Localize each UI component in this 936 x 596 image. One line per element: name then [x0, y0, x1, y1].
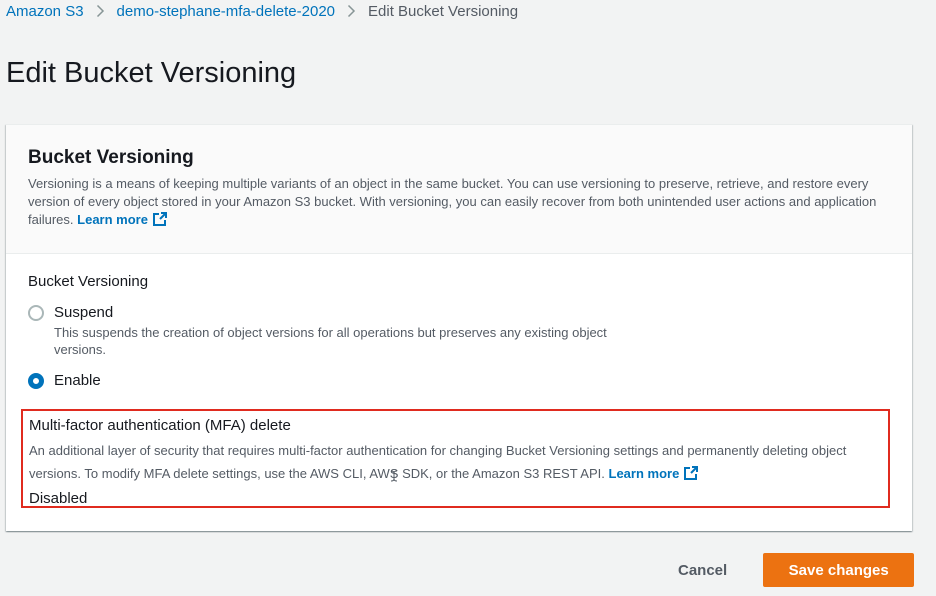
- mfa-description: An additional layer of security that req…: [29, 439, 882, 488]
- radio-suspend-label[interactable]: Suspend: [54, 302, 654, 324]
- mfa-description-text: An additional layer of security that req…: [29, 443, 847, 481]
- radio-suspend[interactable]: [28, 305, 44, 321]
- breadcrumb: Amazon S3 demo-stephane-mfa-delete-2020 …: [6, 0, 518, 22]
- panel-title: Bucket Versioning: [28, 147, 194, 168]
- text-cursor-icon: [390, 470, 398, 484]
- radio-enable-text: Enable: [54, 370, 101, 392]
- cancel-button[interactable]: Cancel: [660, 553, 745, 587]
- external-link-icon: [152, 211, 168, 232]
- save-changes-button[interactable]: Save changes: [763, 553, 915, 587]
- mfa-delete-section: Multi-factor authentication (MFA) delete…: [21, 409, 890, 508]
- mfa-learn-more-label: Learn more: [608, 466, 680, 481]
- breadcrumb-link-bucket[interactable]: demo-stephane-mfa-delete-2020: [117, 3, 335, 20]
- mfa-learn-more-link[interactable]: Learn more: [609, 466, 700, 481]
- radio-enable-label[interactable]: Enable: [54, 370, 101, 392]
- radio-suspend-description: This suspends the creation of object ver…: [54, 325, 607, 357]
- form-actions: Cancel Save changes: [660, 553, 915, 587]
- learn-more-link[interactable]: Learn more: [77, 212, 168, 227]
- bucket-versioning-panel: Bucket Versioning Versioning is a means …: [6, 124, 912, 531]
- mfa-title: Multi-factor authentication (MFA) delete: [29, 417, 291, 434]
- radio-option-enable[interactable]: Enable: [28, 370, 890, 392]
- breadcrumb-link-amazon-s3[interactable]: Amazon S3: [6, 3, 84, 20]
- panel-description: Versioning is a means of keeping multipl…: [28, 175, 892, 232]
- page-title: Edit Bucket Versioning: [6, 57, 297, 89]
- radio-suspend-text: Suspend This suspends the creation of ob…: [54, 302, 654, 358]
- chevron-right-icon: [96, 4, 105, 18]
- radio-enable[interactable]: [28, 373, 44, 389]
- mfa-status: Disabled: [29, 490, 88, 507]
- chevron-right-icon: [347, 4, 356, 18]
- external-link-icon: [683, 465, 699, 488]
- versioning-field-label: Bucket Versioning: [28, 273, 149, 290]
- panel-header: Bucket Versioning Versioning is a means …: [6, 125, 912, 254]
- breadcrumb-current: Edit Bucket Versioning: [368, 2, 519, 20]
- learn-more-label: Learn more: [77, 212, 148, 227]
- radio-option-suspend[interactable]: Suspend This suspends the creation of ob…: [28, 302, 890, 358]
- panel-body: Bucket Versioning Suspend This suspends …: [6, 254, 912, 392]
